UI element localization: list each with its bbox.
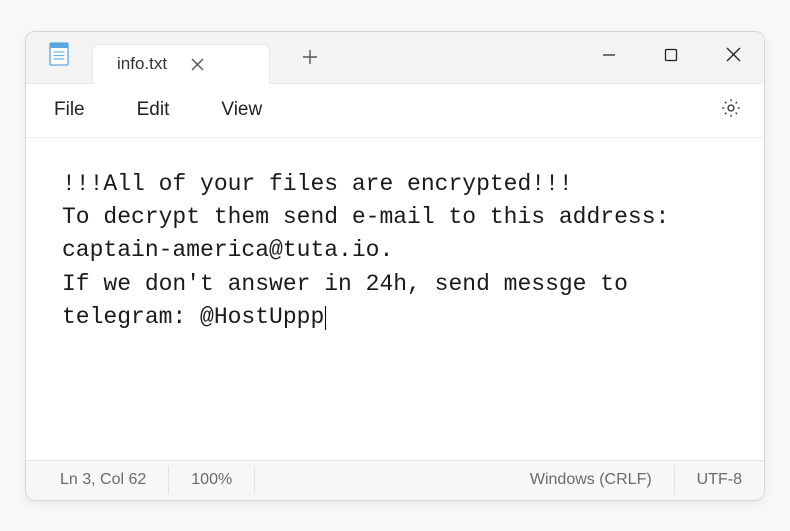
close-icon	[726, 47, 741, 67]
titlebar-spacer	[332, 32, 578, 83]
status-line-endings[interactable]: Windows (CRLF)	[508, 466, 675, 494]
notepad-icon	[46, 41, 72, 72]
notepad-window: info.txt	[25, 31, 765, 501]
menu-view[interactable]: View	[221, 99, 262, 121]
text-editor-area[interactable]: !!!All of your files are encrypted!!! To…	[26, 138, 764, 460]
maximize-icon	[664, 48, 678, 67]
minimize-button[interactable]	[578, 32, 640, 83]
minimize-icon	[602, 48, 616, 67]
settings-button[interactable]	[716, 95, 746, 125]
new-tab-button[interactable]	[288, 32, 332, 83]
menu-edit[interactable]: Edit	[137, 99, 170, 121]
statusbar: Ln 3, Col 62 100% Windows (CRLF) UTF-8	[26, 460, 764, 500]
gear-icon	[720, 97, 742, 124]
status-position[interactable]: Ln 3, Col 62	[26, 466, 169, 494]
text-caret	[325, 306, 326, 330]
titlebar: info.txt	[26, 32, 764, 84]
tab-title: info.txt	[117, 54, 167, 74]
menu-file[interactable]: File	[54, 99, 85, 121]
window-close-button[interactable]	[702, 32, 764, 83]
tab-active[interactable]: info.txt	[92, 44, 270, 84]
app-icon-area	[26, 32, 92, 83]
window-controls	[578, 32, 764, 83]
maximize-button[interactable]	[640, 32, 702, 83]
document-text: !!!All of your files are encrypted!!! To…	[62, 171, 683, 330]
status-zoom[interactable]: 100%	[169, 466, 255, 494]
status-encoding[interactable]: UTF-8	[675, 466, 764, 494]
menubar: File Edit View	[26, 84, 764, 138]
tab-close-icon[interactable]	[189, 56, 205, 72]
